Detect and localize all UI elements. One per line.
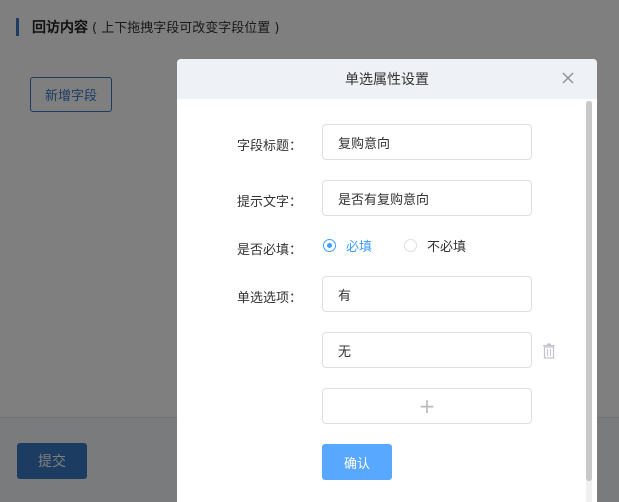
options-label: 单选选项：	[236, 291, 302, 306]
plus-icon: +	[418, 394, 436, 418]
option-input[interactable]: 有	[322, 276, 532, 312]
radio-checked-icon	[323, 239, 336, 252]
confirm-button[interactable]: 确认	[322, 444, 392, 480]
radio-unchecked-icon	[404, 239, 417, 252]
radio-required[interactable]: 必填	[323, 236, 372, 255]
dialog-title: 单选属性设置	[345, 72, 429, 88]
radio-not-required-label: 不必填	[427, 240, 467, 255]
radio-settings-dialog: 单选属性设置 字段标题： 复购意向 提示文字： 是否有复购意向 是否必填： 必填…	[177, 59, 597, 502]
field-title-label: 字段标题：	[236, 139, 302, 154]
trash-icon[interactable]	[542, 343, 556, 359]
dialog-header: 单选属性设置	[177, 59, 597, 99]
field-title-input[interactable]: 复购意向	[322, 124, 532, 160]
close-icon[interactable]	[559, 69, 577, 87]
hint-text-input[interactable]: 是否有复购意向	[322, 180, 532, 216]
required-label: 是否必填：	[236, 243, 302, 258]
radio-not-required[interactable]: 不必填	[404, 236, 466, 255]
scrollbar-thumb[interactable]	[586, 101, 592, 481]
hint-text-label: 提示文字：	[236, 195, 302, 210]
add-option-button[interactable]: +	[322, 388, 532, 424]
radio-required-label: 必填	[346, 240, 373, 255]
option-input[interactable]: 无	[322, 332, 532, 368]
